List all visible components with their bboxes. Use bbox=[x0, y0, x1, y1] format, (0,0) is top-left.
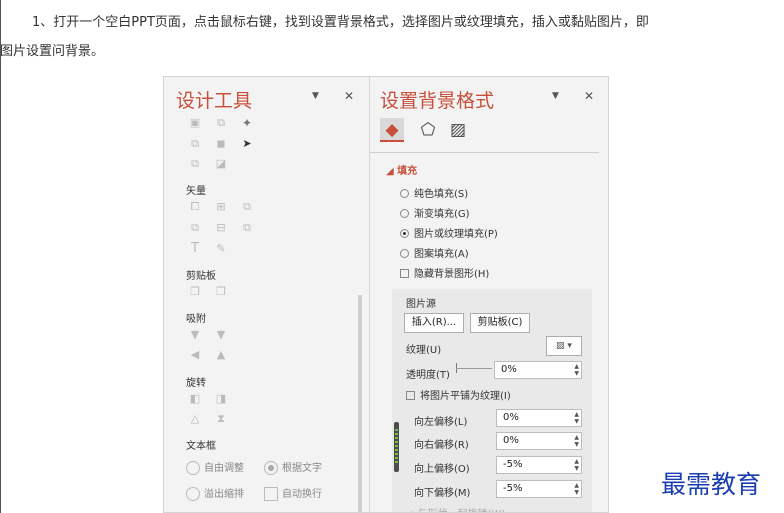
offset-bottom-label: 向下偏移(M) bbox=[414, 488, 471, 499]
offset-bottom-input[interactable]: -5% ▲ ▼ bbox=[496, 480, 582, 498]
transparency-slider-track[interactable] bbox=[456, 368, 492, 369]
instruction-line-2: 可将图片设置问背景。 bbox=[0, 44, 105, 59]
instruction-line-1: 1、打开一个空白PPT页面，点击鼠标右键，找到设置背景格式，选择图片或纹理填充，… bbox=[32, 15, 649, 30]
fit-text-radio[interactable]: 根据文字 bbox=[264, 459, 322, 475]
picture-source-subpanel: 图片源 插入(R)... 剪贴板(C) 纹理(U) ▨ ▾ 透明度(T) 0% … bbox=[392, 289, 592, 512]
auto-adjust-radio[interactable]: 自由调整 bbox=[186, 459, 244, 475]
snap-middle-icon: ▼ bbox=[216, 328, 226, 341]
rotate-with-shape-checkbox[interactable]: ✓与形状一起旋转(W) bbox=[406, 505, 505, 512]
hourglass-icon: ⧗ bbox=[217, 412, 225, 425]
snap-left-icon: ◀ bbox=[190, 348, 200, 361]
design-panel-scrollbar[interactable] bbox=[358, 295, 362, 512]
solid-fill-radio[interactable]: 纯色填充(S) bbox=[400, 185, 468, 200]
fragment-icon: ⧉ bbox=[243, 200, 251, 213]
page-left-border bbox=[0, 0, 1, 513]
mirror-icon: △ bbox=[190, 412, 200, 425]
flip-horizontal-icon: ◧ bbox=[189, 392, 201, 405]
subtract-icon: ⊟ bbox=[216, 221, 226, 234]
group-icon: ⧉ bbox=[217, 116, 225, 129]
format-background-panel: 设置背景格式 ▼ ✕ ◆ ⬠ ▨ ◢ 填充 纯色填充(S) 渐变填充(G) 图片… bbox=[370, 77, 608, 512]
transparency-label: 透明度(T) bbox=[406, 370, 450, 381]
scrollbar-grip bbox=[395, 429, 398, 465]
auto-wrap-checkbox[interactable]: 自动换行 bbox=[264, 485, 322, 501]
tile-checkbox[interactable]: 将图片平铺为纹理(I) bbox=[406, 387, 511, 402]
offset-top-input[interactable]: -5% ▲ ▼ bbox=[496, 456, 582, 474]
layer-icon: ◼ bbox=[216, 137, 226, 150]
vector-section-label: 矢量 bbox=[186, 186, 206, 197]
instruction-text: 1、打开一个空白PPT页面，点击鼠标右键，找到设置背景格式，选择图片或纹理填充，… bbox=[0, 8, 776, 66]
overflow-shrink-radio[interactable]: 溢出缩排 bbox=[186, 485, 244, 501]
split-icon: ⧉ bbox=[243, 221, 251, 234]
arrange-icon: ⧉ bbox=[191, 137, 199, 150]
bring-front-icon: ◪ bbox=[215, 157, 227, 170]
dropdown-icon[interactable]: ▼ bbox=[312, 91, 319, 101]
text-t-icon: T bbox=[191, 241, 199, 256]
watermark-logo: 最需教育 bbox=[661, 470, 762, 499]
close-icon[interactable]: ✕ bbox=[344, 89, 354, 103]
offset-top-label: 向上偏移(O) bbox=[414, 464, 470, 475]
fill-section-header[interactable]: ◢ 填充 bbox=[386, 162, 417, 177]
snap-top-icon: ▼ bbox=[190, 328, 200, 341]
offset-right-label: 向右偏移(R) bbox=[414, 440, 469, 451]
intersect-icon: ⧉ bbox=[191, 221, 199, 234]
pentagon-icon[interactable]: ⬠ bbox=[416, 118, 440, 142]
texture-dropdown[interactable]: ▨ ▾ bbox=[546, 336, 582, 356]
offset-left-label: 向左偏移(L) bbox=[414, 417, 468, 428]
design-tools-title: 设计工具 bbox=[176, 90, 253, 112]
snap-section-label: 吸附 bbox=[186, 314, 206, 325]
close-icon[interactable]: ✕ bbox=[584, 89, 594, 103]
fill-bucket-icon[interactable]: ◆ bbox=[380, 118, 404, 142]
cursor-arrow-icon[interactable]: ➤ bbox=[240, 138, 254, 150]
textbox-section-label: 文本框 bbox=[186, 441, 216, 452]
magic-wand-icon[interactable]: ✦ bbox=[240, 117, 254, 129]
insert-button[interactable]: 插入(R)... bbox=[404, 313, 464, 333]
clipboard-button[interactable]: 剪贴板(C) bbox=[470, 313, 530, 333]
flip-vertical-icon: ◨ bbox=[215, 392, 227, 405]
copy-icon: ❐ bbox=[190, 285, 200, 298]
ppt-screenshot: 设计工具 ▼ ✕ ▣ ⧉ ✦ ⧉ ◼ ➤ ⧉ ◪ 矢量 ⧠ ⊞ ⧉ ⧉ ⊟ ⧉ … bbox=[163, 76, 609, 513]
hide-background-checkbox[interactable]: 隐藏背景图形(H) bbox=[400, 265, 489, 280]
picture-fill-radio[interactable]: 图片或纹理填充(P) bbox=[400, 225, 498, 240]
snap-right-icon: ▲ bbox=[216, 348, 226, 361]
design-tools-panel: 设计工具 ▼ ✕ ▣ ⧉ ✦ ⧉ ◼ ➤ ⧉ ◪ 矢量 ⧠ ⊞ ⧉ ⧉ ⊟ ⧉ … bbox=[164, 77, 369, 512]
union-icon: ⧠ bbox=[190, 200, 200, 213]
offset-left-input[interactable]: 0% ▲ ▼ bbox=[496, 409, 582, 427]
clipboard-section-label: 剪贴板 bbox=[186, 271, 216, 282]
picture-source-label: 图片源 bbox=[406, 299, 436, 310]
rotate-section-label: 旋转 bbox=[186, 378, 206, 389]
picture-icon[interactable]: ▨ bbox=[446, 118, 470, 142]
combine-icon: ⊞ bbox=[216, 200, 226, 213]
dropdown-icon[interactable]: ▼ bbox=[552, 91, 559, 101]
tab-underline bbox=[370, 152, 599, 153]
offset-right-input[interactable]: 0% ▲ ▼ bbox=[496, 432, 582, 450]
pattern-fill-radio[interactable]: 图案填充(A) bbox=[400, 245, 469, 260]
transparency-input[interactable]: 0% ▲ ▼ bbox=[494, 361, 582, 379]
align-icon: ▣ bbox=[189, 116, 201, 129]
paste-icon: ❐ bbox=[216, 285, 226, 298]
gradient-fill-radio[interactable]: 渐变填充(G) bbox=[400, 205, 470, 220]
texture-label: 纹理(U) bbox=[406, 345, 442, 356]
eyedropper-icon: ✎ bbox=[216, 242, 226, 255]
format-background-title: 设置背景格式 bbox=[380, 90, 495, 112]
send-back-icon: ⧉ bbox=[191, 157, 199, 170]
